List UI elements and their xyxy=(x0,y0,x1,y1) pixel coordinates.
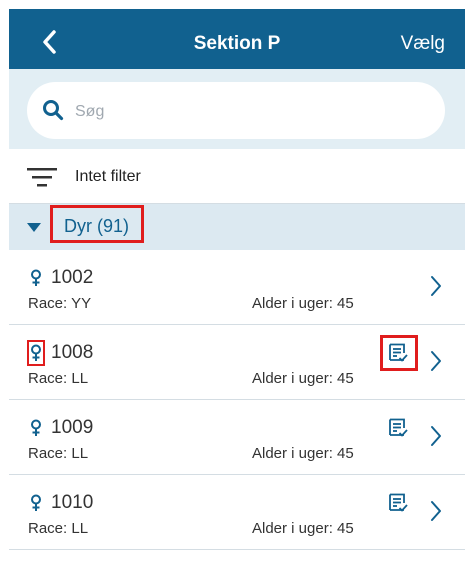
animal-race: Race: YY xyxy=(28,295,92,312)
search-input[interactable] xyxy=(73,96,417,128)
app-screen: Sektion P Vælg Intet filter Dyr (91) xyxy=(9,9,465,562)
animal-id: 1009 xyxy=(51,417,94,438)
highlight-box xyxy=(380,335,418,371)
female-icon xyxy=(31,269,41,286)
note-check-icon[interactable] xyxy=(388,493,408,513)
highlight-box xyxy=(27,340,45,366)
select-button[interactable]: Vælg xyxy=(401,9,445,69)
note-check-icon[interactable] xyxy=(388,418,408,438)
animal-race: Race: LL xyxy=(28,520,89,537)
search-icon xyxy=(43,100,64,121)
animal-id: 1008 xyxy=(51,342,94,363)
animal-race: Race: LL xyxy=(28,445,89,462)
search-bar xyxy=(9,69,465,149)
list-item[interactable]: 1009 Race: LL Alder i uger: 45 xyxy=(9,400,465,475)
animal-id: 1002 xyxy=(51,267,94,288)
section-title: Dyr (91) xyxy=(64,216,130,236)
filter-icon xyxy=(27,168,57,187)
list-item[interactable]: 1002 Race: YY Alder i uger: 45 xyxy=(9,250,465,325)
animal-age: Alder i uger: 45 xyxy=(252,370,354,387)
chevron-right-icon xyxy=(431,276,441,296)
female-icon xyxy=(31,494,41,511)
search-field[interactable] xyxy=(27,82,445,139)
nav-bar: Sektion P Vælg xyxy=(9,9,465,69)
female-icon xyxy=(31,419,41,436)
animal-age: Alder i uger: 45 xyxy=(252,445,354,462)
animal-age: Alder i uger: 45 xyxy=(252,520,354,537)
list-item[interactable]: 1008 Race: LL Alder i uger: 45 xyxy=(9,325,465,400)
list-item[interactable]: 1010 Race: LL Alder i uger: 45 xyxy=(9,475,465,550)
animal-id: 1010 xyxy=(51,492,94,513)
filter-button[interactable]: Intet filter xyxy=(9,149,465,204)
chevron-right-icon xyxy=(431,426,441,446)
animal-race: Race: LL xyxy=(28,370,89,387)
caret-down-icon xyxy=(27,223,41,232)
page-title: Sektion P xyxy=(193,33,281,54)
chevron-right-icon xyxy=(431,501,441,521)
section-header-animals[interactable]: Dyr (91) xyxy=(9,204,465,250)
animal-age: Alder i uger: 45 xyxy=(252,295,354,312)
chevron-right-icon xyxy=(431,351,441,371)
filter-label: Intet filter xyxy=(75,168,141,185)
